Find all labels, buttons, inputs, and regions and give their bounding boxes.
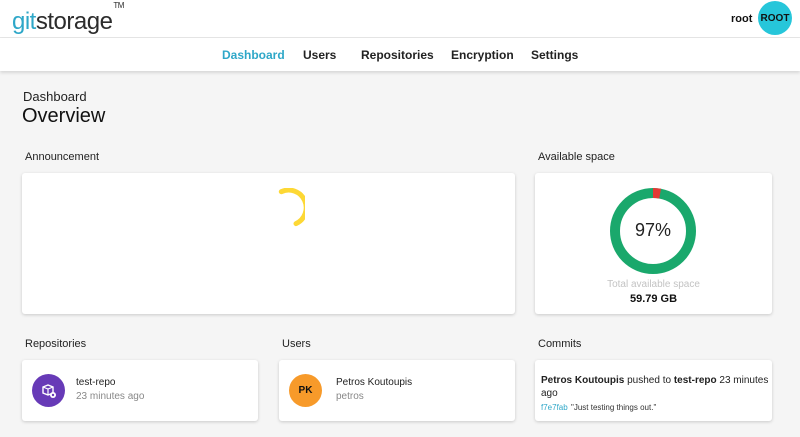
top-bar: gitstorageTM root ROOT — [0, 0, 800, 38]
user-avatar[interactable]: ROOT — [758, 1, 792, 35]
tab-users[interactable]: Users — [303, 48, 336, 62]
logo-text-storage: storage — [35, 8, 113, 35]
commit-repo[interactable]: test-repo — [674, 375, 717, 386]
main-nav: Dashboard Users Repositories Encryption … — [0, 38, 800, 71]
commit-summary: Petros Koutoupis pushed to test-repo 23 … — [541, 374, 769, 400]
tab-settings[interactable]: Settings — [531, 48, 578, 62]
tab-encryption[interactable]: Encryption — [451, 48, 514, 62]
box-icon — [41, 383, 56, 398]
repositories-heading: Repositories — [25, 338, 87, 350]
tab-repositories[interactable]: Repositories — [361, 48, 434, 62]
users-heading: Users — [282, 338, 311, 350]
repository-time: 23 minutes ago — [76, 391, 145, 402]
space-value: 59.79 GB — [629, 293, 678, 305]
repository-name[interactable]: test-repo — [76, 377, 115, 388]
space-caption: Total available space — [607, 279, 700, 290]
user-full-name[interactable]: Petros Koutoupis — [336, 377, 412, 388]
logo-trademark: TM — [113, 1, 124, 10]
repository-icon — [32, 374, 65, 407]
commit-hash-link[interactable]: f7e7fab — [541, 403, 568, 412]
username-label[interactable]: root — [731, 13, 752, 25]
page-title: Overview — [22, 105, 106, 127]
space-percent: 97% — [634, 220, 672, 240]
gitstorage-logo[interactable]: gitstorageTM — [12, 1, 124, 36]
user-username: petros — [336, 391, 364, 402]
announcement-heading: Announcement — [25, 151, 99, 163]
user-initials-avatar: PK — [289, 374, 322, 407]
breadcrumb: Dashboard — [23, 89, 87, 104]
avatar-label: ROOT — [760, 12, 790, 24]
commit-action: pushed to — [624, 375, 674, 386]
logo-text-git: git — [12, 8, 36, 35]
tab-dashboard[interactable]: Dashboard — [222, 48, 285, 62]
commit-message: "Just testing things out." — [571, 403, 657, 412]
user-initials: PK — [298, 385, 313, 396]
commits-heading: Commits — [538, 338, 582, 350]
loading-spinner-icon — [278, 188, 305, 227]
commit-author[interactable]: Petros Koutoupis — [541, 375, 624, 386]
available-space-heading: Available space — [538, 151, 615, 163]
